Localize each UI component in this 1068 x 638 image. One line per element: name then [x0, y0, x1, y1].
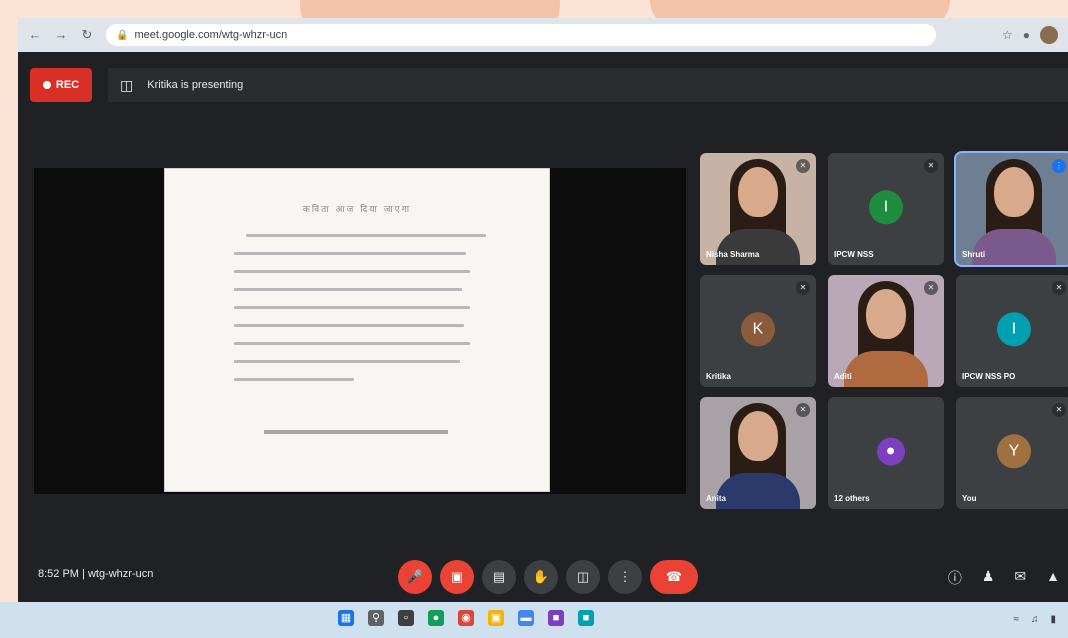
slide-text-line — [234, 270, 470, 273]
slide-text-line — [246, 234, 486, 237]
browser-toolbar: ← → ↻ 🔒 meet.google.com/wtg-whzr-ucn ☆ ● — [18, 18, 1068, 52]
participant-name: IPCW NSS PO — [962, 372, 1016, 381]
participant-avatar: K — [741, 312, 775, 347]
bookmark-icon[interactable]: ☆ — [1002, 28, 1013, 42]
activities-icon[interactable]: ▲ — [1046, 568, 1060, 588]
participant-tile[interactable]: ✕ Anita — [700, 397, 816, 509]
participant-name: Shruti — [962, 250, 986, 259]
app-icon[interactable]: ■ — [578, 610, 594, 626]
chrome-icon[interactable]: ◉ — [458, 610, 474, 626]
side-panel-controls: ⓘ ♟ ✉ ▲ — [948, 568, 1060, 588]
explorer-icon[interactable]: ▣ — [488, 610, 504, 626]
slide-text-line — [234, 342, 470, 345]
profile-avatar[interactable] — [1040, 26, 1058, 44]
store-icon[interactable]: ▬ — [518, 610, 534, 626]
others-avatars: ● — [876, 437, 905, 466]
mic-off-icon: ✕ — [924, 159, 938, 173]
captions-icon[interactable]: ▤ — [482, 560, 516, 594]
slide-text-line — [234, 360, 460, 363]
participant-tile[interactable]: I ✕ IPCW NSS PO — [956, 275, 1068, 387]
record-icon — [42, 81, 51, 89]
participant-tile-active[interactable]: ⋮ Shruti — [956, 153, 1068, 265]
presenting-bar: ◫ Kritika is presenting — [108, 68, 1068, 102]
system-tray: ≈ ♫ ▮ — [1013, 614, 1056, 625]
meet-window: ← → ↻ 🔒 meet.google.com/wtg-whzr-ucn ☆ ●… — [18, 18, 1068, 638]
meeting-code: wtg-whzr-ucn — [87, 568, 154, 580]
search-icon[interactable]: ⚲ — [368, 610, 384, 626]
people-icon[interactable]: ♟ — [982, 568, 995, 588]
forward-icon[interactable]: → — [52, 26, 70, 44]
mic-off-icon: ✕ — [796, 403, 810, 417]
participant-name: IPCW NSS — [834, 250, 874, 259]
reload-icon[interactable]: ↻ — [78, 26, 96, 44]
mic-off-icon: ✕ — [1052, 281, 1066, 295]
browser-actions: ☆ ● — [1002, 26, 1058, 44]
battery-icon[interactable]: ▮ — [1050, 614, 1056, 625]
participant-name: You — [962, 494, 977, 503]
participant-tile-self[interactable]: Y ✕ You — [956, 397, 1068, 509]
back-icon[interactable]: ← — [26, 26, 44, 44]
meeting-controls-bar: 8:52 PM | wtg-whzr-ucn 🎤 ▣ ▤ ✋ ◫ ⋮ ☎ ⓘ ♟… — [18, 548, 1068, 606]
presentation-area: कविता आज दिया जाएगा — [34, 168, 686, 494]
rec-label: REC — [55, 79, 80, 91]
speaking-icon: ⋮ — [1052, 159, 1066, 173]
participant-tile-others[interactable]: ● 12 others — [828, 397, 944, 509]
participant-name: Nisha Sharma — [706, 250, 760, 259]
slide-text-line — [234, 252, 466, 255]
url-text: meet.google.com/wtg-whzr-ucn — [134, 29, 288, 41]
app-icon[interactable]: ■ — [548, 610, 564, 626]
mic-off-icon: ✕ — [1052, 403, 1066, 417]
present-icon: ◫ — [120, 76, 134, 93]
slide-text-line — [234, 324, 464, 327]
more-icon[interactable]: ⋮ — [608, 560, 642, 594]
mic-off-icon: ✕ — [796, 281, 810, 295]
participant-name: 12 others — [834, 494, 870, 503]
participant-tile[interactable]: ✕ Aditi — [828, 275, 944, 387]
participant-video — [956, 153, 1068, 265]
taskbar: ▦ ⚲ ▫ ● ◉ ▣ ▬ ■ ■ ≈ ♫ ▮ — [0, 602, 1068, 638]
call-controls: 🎤 ▣ ▤ ✋ ◫ ⋮ ☎ — [398, 560, 698, 594]
participant-tile[interactable]: I ✕ IPCW NSS — [828, 153, 944, 265]
participant-name: Aditi — [834, 372, 852, 381]
participant-name: Kritika — [706, 372, 731, 381]
lock-icon: 🔒 — [116, 29, 129, 41]
volume-icon[interactable]: ♫ — [1031, 614, 1039, 625]
task-view-icon[interactable]: ▫ — [398, 610, 414, 626]
slide-title: कविता आज दिया जाएगा — [302, 205, 412, 215]
chat-icon[interactable]: ✉ — [1014, 568, 1026, 588]
address-bar[interactable]: 🔒 meet.google.com/wtg-whzr-ucn — [106, 24, 936, 46]
meeting-time: 8:52 PM — [38, 568, 79, 580]
participant-name: Anita — [706, 494, 726, 503]
participant-avatar: I — [869, 190, 903, 225]
meeting-time-code: 8:52 PM | wtg-whzr-ucn — [38, 568, 154, 580]
camera-off-icon[interactable]: ▣ — [440, 560, 474, 594]
slide-text-line — [234, 378, 354, 381]
presenting-text: Kritika is presenting — [147, 79, 244, 91]
participant-avatar: Y — [997, 434, 1031, 469]
shared-slide: कविता आज दिया जाएगा — [164, 168, 550, 492]
raise-hand-icon[interactable]: ✋ — [524, 560, 558, 594]
participant-avatar: I — [997, 312, 1031, 347]
end-call-icon[interactable]: ☎ — [650, 560, 698, 594]
participant-tile[interactable]: K ✕ Kritika — [700, 275, 816, 387]
mic-off-icon: ✕ — [924, 281, 938, 295]
info-icon[interactable]: ⓘ — [948, 568, 962, 588]
taskbar-apps: ▦ ⚲ ▫ ● ◉ ▣ ▬ ■ ■ — [338, 610, 594, 626]
extensions-icon[interactable]: ● — [1023, 28, 1030, 42]
meet-header: REC ◫ Kritika is presenting — [18, 52, 1068, 112]
recording-badge[interactable]: REC — [30, 68, 92, 102]
windows-start-icon[interactable]: ▦ — [338, 610, 354, 626]
slide-footer-line — [264, 430, 448, 434]
edge-icon[interactable]: ● — [428, 610, 444, 626]
mic-off-icon: ✕ — [796, 159, 810, 173]
slide-text-line — [234, 288, 462, 291]
wifi-icon[interactable]: ≈ — [1013, 614, 1019, 625]
slide-text-line — [234, 306, 470, 309]
participant-tile[interactable]: ✕ Nisha Sharma — [700, 153, 816, 265]
mic-off-icon[interactable]: 🎤 — [398, 560, 432, 594]
present-icon[interactable]: ◫ — [566, 560, 600, 594]
